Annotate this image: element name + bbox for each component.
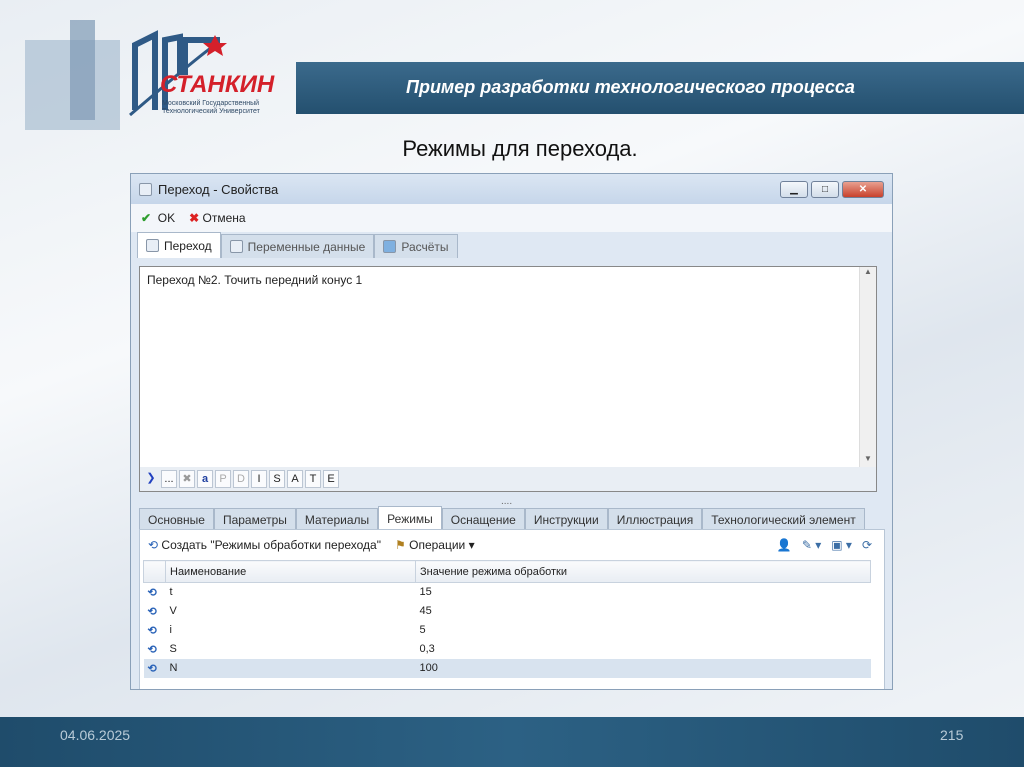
mode-icon: ⟲ — [148, 538, 159, 552]
tab-modes[interactable]: Режимы — [378, 506, 442, 530]
gear-icon — [139, 182, 152, 196]
cross-icon: ✖ — [189, 211, 200, 225]
format-a[interactable]: A — [287, 470, 303, 488]
operations-button[interactable]: ⚑ Операции ▾ — [395, 538, 475, 552]
tab-tech-element[interactable]: Технологический элемент — [702, 508, 865, 530]
svg-text:Технологический Университет: Технологический Университет — [162, 107, 261, 115]
slide-date: 04.06.2025 — [60, 727, 131, 743]
format-toolbar: ❯ ... ✖ a P D I S A T E — [140, 467, 876, 491]
stankin-logo: СТАНКИН Московский Государственный Техно… — [25, 20, 275, 130]
operations-icon: ⚑ — [395, 538, 406, 552]
calculator-icon — [383, 240, 397, 253]
create-mode-button[interactable]: ⟲ Создать "Режимы обработки перехода" — [148, 538, 381, 552]
format-i[interactable]: I — [251, 470, 267, 488]
maximize-button[interactable]: □ — [811, 181, 839, 198]
table-row[interactable]: ⟲ N 100 — [143, 658, 871, 678]
minimize-button[interactable]: ▁ — [780, 181, 808, 198]
tab-main[interactable]: Основные — [139, 508, 214, 530]
page-number: 215 — [940, 727, 964, 743]
column-value[interactable]: Значение режима обработки — [415, 560, 871, 583]
vertical-scrollbar[interactable]: ▲ ▼ — [859, 267, 876, 467]
modes-table: Наименование Значение режима обработки ⟲ t… — [143, 560, 871, 678]
modes-panel: ⟲ Создать "Режимы обработки перехода" ⚑ … — [139, 529, 885, 689]
font-icon[interactable]: a — [197, 470, 213, 488]
find-user-icon[interactable]: 👤 — [777, 538, 792, 552]
column-name[interactable]: Наименование — [165, 560, 416, 583]
tab-variable-data[interactable]: Переменные данные — [220, 234, 375, 258]
properties-window: Переход - Свойства ▁ □ ✕ ✔ OK ✖ Отмена Пер… — [130, 173, 893, 690]
refresh-icon[interactable]: ⟳ — [862, 538, 872, 552]
ok-button[interactable]: ✔ OK — [141, 211, 175, 225]
expand-icon[interactable]: ❯ — [143, 470, 159, 488]
format-d[interactable]: D — [233, 470, 249, 488]
table-row[interactable]: ⟲ i 5 — [144, 621, 871, 640]
close-button[interactable]: ✕ — [842, 181, 884, 198]
edit-icon[interactable]: ✎ ▾ — [802, 538, 821, 552]
table-row[interactable]: ⟲ V 45 — [144, 602, 871, 621]
cancel-button[interactable]: ✖ Отмена — [189, 211, 245, 225]
svg-text:Московский Государственный: Московский Государственный — [162, 99, 259, 107]
mode-icon: ⟲ — [147, 586, 157, 599]
mode-icon: ⟲ — [147, 605, 157, 618]
slide-subtitle: Режимы для перехода. — [402, 136, 638, 161]
tab-instructions[interactable]: Инструкции — [524, 508, 608, 530]
gear-icon — [146, 239, 159, 252]
format-s[interactable]: S — [269, 470, 285, 488]
tab-parameters[interactable]: Параметры — [213, 508, 296, 530]
format-p[interactable]: P — [215, 470, 231, 488]
format-t[interactable]: T — [305, 470, 321, 488]
tab-materials[interactable]: Материалы — [295, 508, 379, 530]
tab-perehod[interactable]: Переход — [137, 232, 221, 258]
table-row[interactable]: ⟲ S 0,3 — [144, 640, 871, 659]
slide-footer: 04.06.2025 215 — [0, 717, 1024, 767]
format-e[interactable]: E — [323, 470, 339, 488]
window-titlebar: Переход - Свойства — [131, 174, 892, 204]
delete-icon[interactable]: ✖ — [179, 470, 195, 488]
toolbar: ✔ OK ✖ Отмена — [131, 204, 892, 232]
gear-icon — [229, 240, 243, 253]
window-title: Переход - Свойства — [158, 181, 279, 197]
mode-icon: ⟲ — [147, 643, 157, 656]
tab-equipment[interactable]: Оснащение — [441, 508, 525, 530]
check-icon: ✔ — [141, 211, 152, 225]
mode-icon: ⟲ — [147, 624, 157, 637]
table-row[interactable]: ⟲ t 15 — [144, 583, 871, 602]
svg-text:СТАНКИН: СТАНКИН — [160, 71, 275, 98]
description-textarea[interactable]: Переход №2. Точить передний конус 1 ▲ ▼ ❯… — [139, 266, 877, 492]
tab-calculations[interactable]: Расчёты — [374, 234, 458, 258]
tab-illustration[interactable]: Иллюстрация — [607, 508, 703, 530]
mode-icon: ⟲ — [143, 658, 166, 678]
view-icon[interactable]: ▣ ▾ — [831, 538, 852, 552]
more-button[interactable]: ... — [161, 470, 177, 488]
slide-title: Пример разработки технологического проце… — [296, 62, 1024, 114]
